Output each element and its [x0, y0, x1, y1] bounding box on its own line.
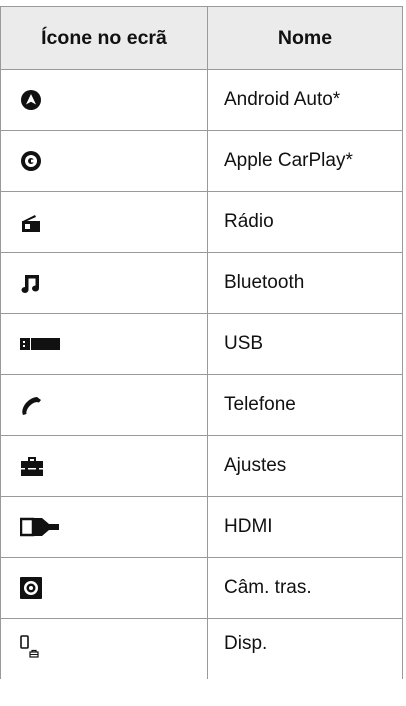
rear-camera-icon	[20, 576, 42, 599]
phone-icon	[20, 394, 42, 416]
header-name-column: Nome	[207, 6, 403, 70]
table-cell-name: Rádio	[207, 191, 403, 253]
table-row: Telefone	[0, 374, 403, 436]
settings-toolbox-icon	[20, 455, 44, 477]
icon-cell	[0, 435, 208, 497]
icon-cell	[0, 557, 208, 619]
table-row: Android Auto*	[0, 69, 403, 131]
icon-cell	[0, 313, 208, 375]
bluetooth-music-icon	[20, 272, 42, 294]
icon-cell	[0, 191, 208, 253]
table-cell-name: Telefone	[207, 374, 403, 436]
icon-cell	[0, 252, 208, 314]
table-header-row: Ícone no ecrã Nome	[0, 6, 403, 70]
table-cell-name: Câm. tras.	[207, 557, 403, 619]
radio-icon	[20, 211, 42, 233]
apple-carplay-icon	[20, 150, 42, 172]
header-icon-column: Ícone no ecrã	[0, 6, 208, 70]
table-cell-name: Bluetooth	[207, 252, 403, 314]
table-row: Rádio	[0, 191, 403, 253]
table-cell-name: HDMI	[207, 496, 403, 558]
icon-cell	[0, 130, 208, 192]
table-row: Bluetooth	[0, 252, 403, 314]
icon-cell	[0, 496, 208, 558]
icon-name-table: Ícone no ecrã Nome Android Auto* Apple C…	[0, 6, 403, 679]
table-row: USB	[0, 313, 403, 375]
table-row: Disp.	[0, 618, 403, 679]
table-cell-name: Android Auto*	[207, 69, 403, 131]
table-cell-name: Apple CarPlay*	[207, 130, 403, 192]
table-cell-name: Disp.	[207, 618, 403, 679]
icon-name-table-container: Ícone no ecrã Nome Android Auto* Apple C…	[0, 6, 403, 679]
table-row: Ajustes	[0, 435, 403, 497]
hdmi-icon	[20, 517, 60, 537]
icon-cell	[0, 374, 208, 436]
android-auto-icon	[20, 89, 42, 111]
table-cell-name: Ajustes	[207, 435, 403, 497]
table-row: HDMI	[0, 496, 403, 558]
table-cell-name: USB	[207, 313, 403, 375]
icon-cell	[0, 69, 208, 131]
table-row: Apple CarPlay*	[0, 130, 403, 192]
table-row: Câm. tras.	[0, 557, 403, 619]
device-icon	[20, 635, 40, 659]
usb-icon	[20, 337, 60, 350]
icon-cell	[0, 618, 208, 679]
